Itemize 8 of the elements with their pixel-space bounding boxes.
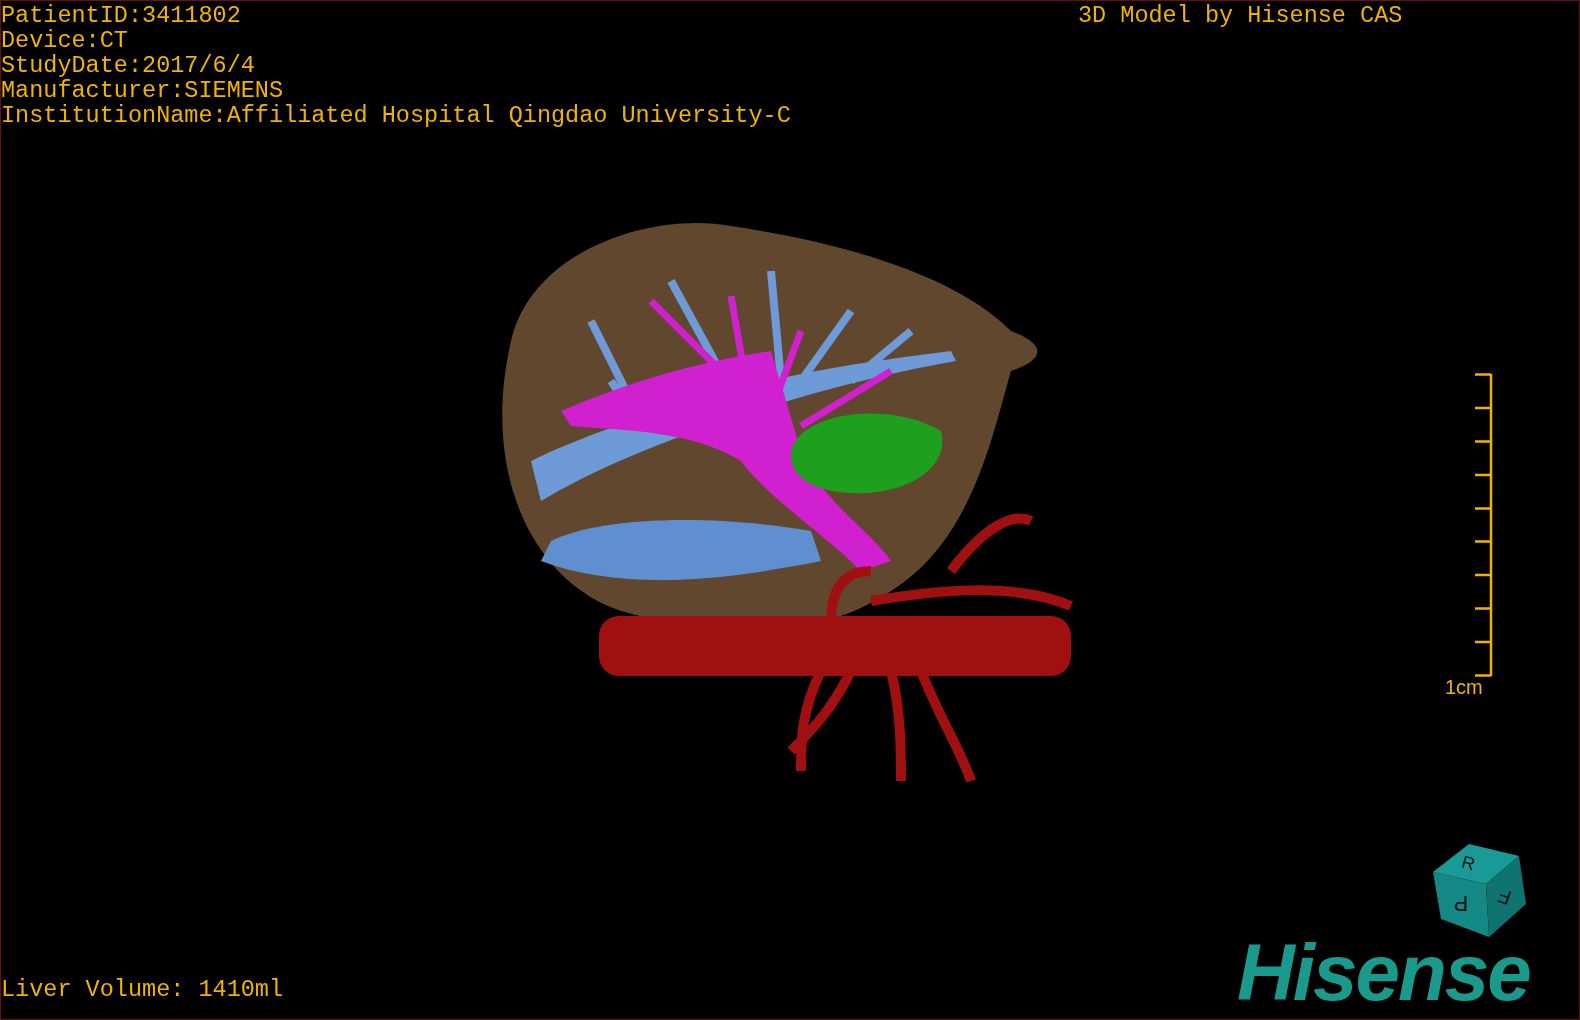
patient-info-line: Manufacturer:SIEMENS: [1, 78, 285, 103]
patient-info-line: Device:CT: [1, 28, 129, 53]
scale-label: 1cm: [1445, 676, 1483, 698]
viewer-title: 3D Model by Hisense CAS: [1078, 3, 1403, 28]
patient-info-line: StudyDate:2017/6/4: [1, 53, 256, 78]
liver-volume: Liver Volume: 1410ml: [1, 977, 284, 1002]
patient-info-line: PatientID:3411802: [1, 3, 242, 28]
patient-info-line: InstitutionName:Affiliated Hospital Qingdao University-C: [1, 103, 791, 128]
